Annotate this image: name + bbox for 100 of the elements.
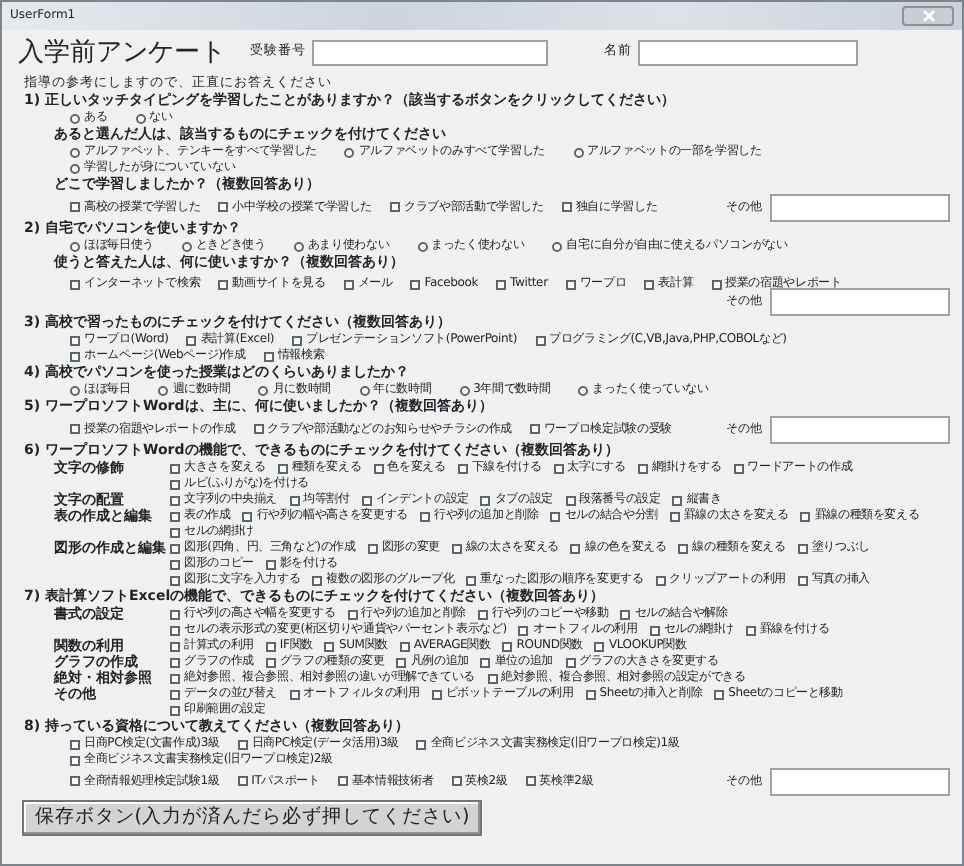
checkbox[interactable] (70, 351, 80, 361)
checkbox[interactable] (289, 689, 300, 699)
checkbox[interactable] (70, 755, 80, 765)
checkbox[interactable] (170, 495, 180, 505)
checkbox[interactable] (170, 689, 180, 699)
radio-button[interactable] (258, 385, 269, 395)
checkbox[interactable] (525, 776, 536, 786)
checkbox[interactable] (361, 495, 372, 505)
checkbox[interactable] (565, 657, 576, 667)
checkbox[interactable] (480, 495, 491, 505)
checkbox[interactable] (170, 609, 180, 619)
checkbox[interactable] (451, 543, 462, 553)
checkbox[interactable] (170, 463, 180, 473)
checkbox[interactable] (170, 527, 180, 537)
checkbox[interactable] (518, 625, 529, 635)
radio-button[interactable] (70, 163, 80, 173)
radio-button[interactable] (158, 385, 169, 395)
checkbox[interactable] (451, 776, 462, 786)
checkbox[interactable] (594, 641, 605, 651)
radio-button[interactable] (135, 113, 146, 123)
checkbox[interactable] (649, 625, 660, 635)
checkbox[interactable] (637, 463, 648, 473)
checkbox[interactable] (585, 689, 596, 699)
checkbox[interactable] (669, 511, 680, 521)
text-field[interactable] (312, 39, 548, 65)
checkbox[interactable] (367, 543, 378, 553)
checkbox[interactable] (745, 625, 756, 635)
checkbox[interactable] (431, 689, 442, 699)
checkbox[interactable] (496, 279, 506, 289)
checkbox[interactable] (570, 543, 581, 553)
checkbox[interactable] (170, 511, 180, 521)
checkbox[interactable] (457, 463, 468, 473)
checkbox[interactable] (678, 543, 689, 553)
checkbox[interactable] (410, 279, 421, 289)
checkbox[interactable] (565, 279, 576, 289)
radio-button[interactable] (459, 385, 470, 395)
checkbox[interactable] (535, 335, 545, 345)
checkbox[interactable] (565, 495, 576, 505)
radio-button[interactable] (578, 385, 589, 395)
save-button[interactable]: 保存ボタン(入力が済んだら必ず押してください) (22, 800, 482, 836)
checkbox[interactable] (672, 495, 683, 505)
radio-button[interactable] (573, 147, 584, 157)
text-field[interactable] (770, 415, 950, 443)
checkbox[interactable] (312, 575, 323, 585)
checkbox[interactable] (265, 641, 276, 651)
checkbox[interactable] (419, 511, 430, 521)
checkbox[interactable] (289, 495, 300, 505)
checkbox[interactable] (170, 705, 180, 715)
checkbox[interactable] (487, 673, 498, 683)
checkbox[interactable] (170, 673, 180, 683)
checkbox[interactable] (70, 335, 80, 345)
checkbox[interactable] (390, 202, 401, 212)
checkbox[interactable] (337, 776, 348, 786)
radio-button[interactable] (359, 385, 369, 395)
checkbox[interactable] (170, 479, 180, 489)
checkbox[interactable] (655, 575, 666, 585)
checkbox[interactable] (466, 575, 477, 585)
radio-button[interactable] (344, 147, 355, 157)
checkbox[interactable] (733, 463, 744, 473)
checkbox[interactable] (253, 424, 264, 434)
radio-button[interactable] (417, 241, 428, 251)
checkbox[interactable] (800, 511, 811, 521)
checkbox[interactable] (714, 689, 725, 699)
checkbox[interactable] (644, 279, 655, 289)
checkbox[interactable] (218, 202, 229, 212)
checkbox[interactable] (396, 657, 407, 667)
checkbox[interactable] (711, 279, 722, 289)
text-field[interactable] (638, 39, 858, 65)
checkbox[interactable] (502, 641, 513, 651)
checkbox[interactable] (277, 463, 288, 473)
checkbox[interactable] (70, 424, 80, 434)
checkbox[interactable] (480, 657, 491, 667)
checkbox[interactable] (170, 543, 180, 553)
checkbox[interactable] (797, 575, 808, 585)
text-field[interactable] (770, 287, 950, 315)
close-button[interactable] (902, 6, 954, 26)
checkbox[interactable] (170, 641, 180, 651)
checkbox[interactable] (70, 202, 80, 212)
checkbox[interactable] (561, 202, 572, 212)
checkbox[interactable] (70, 776, 80, 786)
checkbox[interactable] (70, 279, 80, 289)
radio-button[interactable] (70, 241, 80, 251)
text-field[interactable] (770, 193, 950, 221)
radio-button[interactable] (70, 385, 80, 395)
checkbox[interactable] (170, 575, 180, 585)
checkbox[interactable] (237, 739, 248, 749)
checkbox[interactable] (292, 335, 303, 345)
radio-button[interactable] (181, 241, 192, 251)
checkbox[interactable] (553, 463, 564, 473)
checkbox[interactable] (186, 335, 197, 345)
checkbox[interactable] (218, 279, 229, 289)
checkbox[interactable] (416, 739, 427, 749)
checkbox[interactable] (343, 279, 354, 289)
checkbox[interactable] (237, 776, 248, 786)
checkbox[interactable] (242, 511, 253, 521)
checkbox[interactable] (263, 351, 274, 361)
checkbox[interactable] (373, 463, 384, 473)
checkbox[interactable] (70, 739, 80, 749)
radio-button[interactable] (293, 241, 304, 251)
checkbox[interactable] (170, 625, 180, 635)
